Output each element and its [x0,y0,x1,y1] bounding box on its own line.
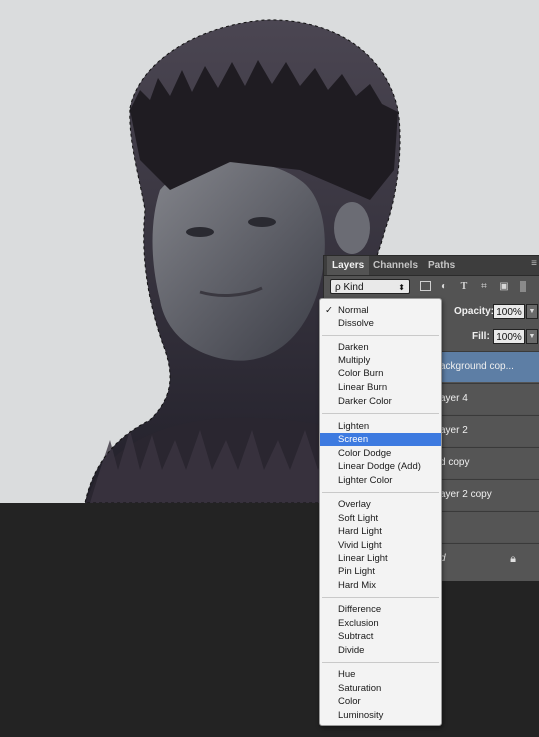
menu-item-linear-dodge[interactable]: Linear Dodge (Add) [320,460,441,473]
layer-name: ayer 2 [440,425,468,436]
kind-filter-label: Kind [343,282,364,293]
menu-item-vivid-light[interactable]: Vivid Light [320,539,441,552]
lock-icon: 🔒︎ [510,553,516,565]
menu-separator [322,335,439,336]
menu-item-lighter-color[interactable]: Lighter Color [320,474,441,487]
filter-toggle-icon[interactable] [520,281,526,292]
tab-channels[interactable]: Channels [368,256,423,275]
menu-item-subtract[interactable]: Subtract [320,630,441,643]
chevron-updown-icon: ⬍ [398,283,405,292]
menu-item-darker-color[interactable]: Darker Color [320,395,441,408]
menu-item-hard-light[interactable]: Hard Light [320,525,441,538]
type-filter-icon[interactable]: T [458,281,470,292]
fill-input[interactable]: 100% [493,329,525,344]
menu-item-pin-light[interactable]: Pin Light [320,565,441,578]
menu-separator [322,413,439,414]
menu-item-difference[interactable]: Difference [320,603,441,616]
menu-item-overlay[interactable]: Overlay [320,498,441,511]
menu-item-multiply[interactable]: Multiply [320,354,441,367]
blend-mode-menu: ✓ Normal Dissolve Darken Multiply Color B… [319,298,442,726]
image-filter-icon[interactable] [420,281,431,291]
search-icon: ρ [335,282,341,293]
adjustment-filter-icon[interactable]: ◐ [438,281,450,292]
panel-tab-bar: Layers Channels Paths ≡ [324,256,539,276]
opacity-input[interactable]: 100% [493,304,525,319]
menu-item-color-burn[interactable]: Color Burn [320,367,441,380]
layer-filter-row: ρ Kind ⬍ ◐ T ⌗ ▣ [324,276,539,300]
menu-item-darken[interactable]: Darken [320,341,441,354]
menu-item-divide[interactable]: Divide [320,644,441,657]
menu-item-screen[interactable]: Screen [320,433,441,446]
layer-name: ayer 2 copy [440,489,492,500]
menu-item-exclusion[interactable]: Exclusion [320,617,441,630]
fill-dropdown-button[interactable]: ▼ [526,329,538,344]
kind-filter-select[interactable]: ρ Kind ⬍ [330,279,410,294]
menu-separator [322,492,439,493]
layer-name: ackground cop... [440,361,514,372]
menu-item-luminosity[interactable]: Luminosity [320,709,441,722]
menu-item-saturation[interactable]: Saturation [320,682,441,695]
layer-name: d copy [440,457,470,468]
menu-item-linear-burn[interactable]: Linear Burn [320,381,441,394]
tab-layers[interactable]: Layers [327,256,370,275]
opacity-label: Opacity: [454,306,495,317]
smart-object-filter-icon[interactable]: ▣ [498,281,510,292]
menu-item-dissolve[interactable]: Dissolve [320,317,441,330]
menu-item-hue[interactable]: Hue [320,668,441,681]
menu-item-color[interactable]: Color [320,695,441,708]
layer-name: ayer 4 [440,393,468,404]
panel-menu-icon[interactable]: ≡ [531,259,537,269]
menu-item-color-dodge[interactable]: Color Dodge [320,447,441,460]
menu-separator [322,662,439,663]
menu-item-normal[interactable]: ✓ Normal [320,304,441,317]
checkmark-icon: ✓ [325,305,333,316]
shape-filter-icon[interactable]: ⌗ [478,281,490,292]
menu-separator [322,597,439,598]
fill-label: Fill: [472,331,490,342]
menu-item-linear-light[interactable]: Linear Light [320,552,441,565]
menu-item-soft-light[interactable]: Soft Light [320,512,441,525]
menu-item-hard-mix[interactable]: Hard Mix [320,579,441,592]
menu-item-lighten[interactable]: Lighten [320,420,441,433]
tab-paths[interactable]: Paths [423,256,460,275]
opacity-dropdown-button[interactable]: ▼ [526,304,538,319]
